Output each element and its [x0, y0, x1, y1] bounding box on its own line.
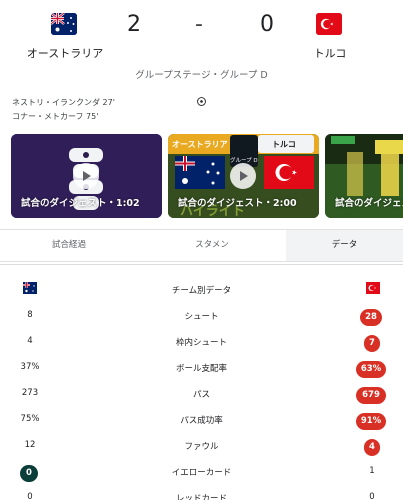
highlight-away-label: トルコ — [272, 140, 296, 149]
stat-away-value: 7 — [364, 335, 380, 352]
scorer-1: ネストリ・イランクンダ 27' — [12, 98, 115, 107]
video-caption: 試合のダイジェスト・1:02 — [21, 198, 140, 209]
match-stage[interactable]: グループステージ・グループ D — [0, 67, 403, 81]
stat-row: 37% ボール支配率 63% — [0, 357, 403, 383]
stat-away-value: 4 — [364, 439, 380, 456]
stat-label: パス — [192, 390, 210, 400]
stat-away-value: 1 — [369, 466, 375, 476]
score-separator: - — [195, 12, 203, 37]
scorer-2: コナー・メトカーフ 75' — [12, 112, 99, 121]
video-card-2[interactable]: オーストラリア トルコ グループ D ハイライト 試合のダイジェスト・2:00 — [168, 134, 319, 218]
stat-away-value: 91% — [356, 413, 386, 430]
video-caption: 試合のダイジェスト・2:00 — [178, 198, 297, 209]
stats-header: チーム別データ — [171, 286, 232, 296]
stat-label: シュート — [184, 312, 219, 322]
stats-header-row: チーム別データ — [0, 277, 403, 303]
play-button-icon[interactable] — [73, 163, 99, 189]
stat-label: ファウル — [184, 442, 219, 452]
team-stats-panel: チーム別データ 8 シュート 28 4 枠内シュート 7 37% ボール支配率 63% 273 パス… — [0, 264, 403, 500]
stat-row: 75% パス成功率 91% — [0, 409, 403, 435]
soccer-ball-icon — [197, 97, 206, 106]
turkey-flag[interactable] — [316, 13, 342, 35]
away-score: 0 — [260, 12, 274, 37]
tab-match-progress[interactable]: 試合経過 — [0, 230, 138, 261]
stat-home-value: 75% — [20, 414, 40, 424]
stat-row: 8 シュート 28 — [0, 305, 403, 331]
stat-row: 273 パス 679 — [0, 383, 403, 409]
stat-row: 12 ファウル 4 — [0, 435, 403, 461]
stat-home-value: 12 — [24, 440, 36, 450]
stat-away-value: 28 — [360, 309, 382, 326]
stat-home-value: 273 — [21, 388, 39, 398]
stat-label: ボール支配率 — [175, 364, 227, 374]
home-team-name[interactable]: オーストラリア — [20, 45, 110, 61]
video-card-3[interactable]: 試合のダイジェスト — [325, 134, 403, 218]
stat-home-value: 8 — [27, 310, 33, 320]
stat-row: 0 レッドカード 0 — [0, 487, 403, 500]
stat-label: イエローカード — [171, 468, 232, 478]
stat-home-value: 4 — [27, 336, 33, 346]
stat-label: パス成功率 — [180, 416, 223, 426]
tab-stats[interactable]: データ — [286, 230, 403, 261]
stat-away-value: 0 — [369, 492, 375, 500]
stat-label: レッドカード — [175, 494, 227, 500]
stat-row: 4 枠内シュート 7 — [0, 331, 403, 357]
turkey-flag-small — [366, 282, 380, 294]
home-score: 2 — [127, 12, 141, 37]
australia-flag-small — [23, 282, 37, 294]
play-button-icon[interactable] — [230, 163, 256, 189]
australia-flag[interactable] — [51, 13, 77, 35]
stat-row: 0 イエローカード 1 — [0, 461, 403, 487]
video-card-1[interactable]: 試合のダイジェスト・1:02 — [11, 134, 162, 218]
away-team-name[interactable]: トルコ — [300, 45, 360, 61]
match-tabs: 試合経過 スタメン データ — [0, 229, 403, 262]
stat-home-value: 0 — [27, 492, 33, 500]
stat-away-value: 63% — [356, 361, 386, 378]
stat-home-value: 37% — [20, 362, 40, 372]
tab-lineups[interactable]: スタメン — [138, 230, 286, 261]
stat-label: 枠内シュート — [175, 338, 227, 348]
stat-home-value: 0 — [20, 465, 38, 482]
stat-away-value: 679 — [356, 387, 386, 404]
highlight-home-label: オーストラリア — [172, 140, 228, 149]
video-caption: 試合のダイジェスト — [335, 198, 403, 209]
